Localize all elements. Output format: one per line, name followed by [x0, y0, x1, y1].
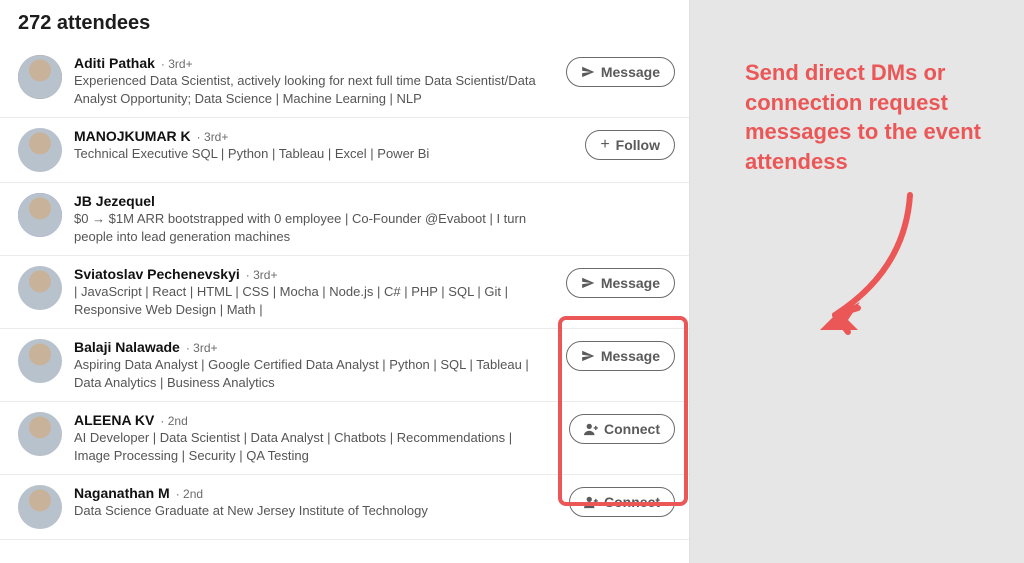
button-label: Connect — [604, 421, 660, 437]
button-label: Connect — [604, 494, 660, 510]
message-button[interactable]: Message — [566, 341, 675, 371]
attendee-name[interactable]: Sviatoslav Pechenevskyi — [74, 266, 240, 282]
attendees-list: Aditi Pathak3rd+Experienced Data Scienti… — [0, 45, 689, 540]
name-line: Balaji Nalawade 3rd+ — [74, 339, 543, 355]
attendees-header: 272 attendees — [0, 12, 689, 45]
attendee-headline: Experienced Data Scientist, actively loo… — [74, 72, 543, 107]
message-button[interactable]: Message — [566, 57, 675, 87]
avatar[interactable] — [18, 485, 62, 529]
plus-icon: + — [600, 137, 609, 153]
attendee-name[interactable]: MANOJKUMAR K — [74, 128, 191, 144]
avatar[interactable] — [18, 412, 62, 456]
message-button[interactable]: Message — [566, 268, 675, 298]
connection-degree: 3rd+ — [246, 268, 278, 282]
avatar-image — [18, 55, 62, 99]
attendee-body: Aditi Pathak 3rd+Experienced Data Scienti… — [74, 55, 543, 107]
action-column: Connect — [555, 412, 675, 444]
avatar[interactable] — [18, 339, 62, 383]
attendee-body: JB Jezequel$0 → $1M ARR bootstrapped wit… — [74, 193, 543, 245]
attendee-headline: | JavaScript | React | HTML | CSS | Moch… — [74, 283, 543, 318]
annotation-arrow — [800, 190, 920, 340]
button-label: Message — [601, 348, 660, 364]
send-icon — [581, 276, 595, 290]
avatar[interactable] — [18, 128, 62, 172]
attendee-headline: Data Science Graduate at New Jersey Inst… — [74, 502, 543, 520]
name-line: ALEENA KV 2nd — [74, 412, 543, 428]
attendee-body: Sviatoslav Pechenevskyi 3rd+| JavaScript … — [74, 266, 543, 318]
connection-degree: 3rd+ — [186, 341, 218, 355]
attendee-headline: Aspiring Data Analyst | Google Certified… — [74, 356, 543, 391]
attendees-panel: 272 attendees Aditi Pathak3rd+Experience… — [0, 0, 690, 563]
send-icon — [581, 349, 595, 363]
attendee-name[interactable]: ALEENA KV — [74, 412, 154, 428]
annotation-text: Send direct DMs or connection request me… — [745, 58, 1010, 177]
action-column — [555, 193, 675, 195]
avatar[interactable] — [18, 55, 62, 99]
action-column: Message — [555, 55, 675, 87]
attendee-row[interactable]: Naganathan M 2ndData Science Graduate at … — [0, 475, 689, 540]
attendee-name[interactable]: Balaji Nalawade — [74, 339, 180, 355]
action-column: Message — [555, 266, 675, 298]
attendee-headline: AI Developer | Data Scientist | Data Ana… — [74, 429, 543, 464]
person-plus-icon — [584, 422, 598, 436]
action-column: + Follow — [555, 128, 675, 160]
name-line: MANOJKUMAR K 3rd+ — [74, 128, 543, 144]
button-label: Message — [601, 275, 660, 291]
attendee-body: MANOJKUMAR K 3rd+Technical Executive SQL … — [74, 128, 543, 163]
connect-button[interactable]: Connect — [569, 487, 675, 517]
attendee-name[interactable]: Naganathan M — [74, 485, 170, 501]
connection-degree: 2nd — [176, 487, 203, 501]
attendee-body: ALEENA KV 2ndAI Developer | Data Scientis… — [74, 412, 543, 464]
avatar-image — [18, 339, 62, 383]
name-line: JB Jezequel — [74, 193, 543, 209]
avatar-image — [18, 193, 62, 237]
connection-degree: 2nd — [160, 414, 187, 428]
attendee-row[interactable]: ALEENA KV 2ndAI Developer | Data Scientis… — [0, 402, 689, 475]
avatar[interactable] — [18, 193, 62, 237]
attendee-headline: Technical Executive SQL | Python | Table… — [74, 145, 543, 163]
avatar[interactable] — [18, 266, 62, 310]
attendee-body: Naganathan M 2ndData Science Graduate at … — [74, 485, 543, 520]
attendee-row[interactable]: MANOJKUMAR K 3rd+Technical Executive SQL … — [0, 118, 689, 183]
follow-button[interactable]: + Follow — [585, 130, 675, 160]
name-line: Naganathan M 2nd — [74, 485, 543, 501]
connection-degree: 3rd+ — [197, 130, 229, 144]
send-icon — [581, 65, 595, 79]
avatar-image — [18, 128, 62, 172]
attendee-name[interactable]: JB Jezequel — [74, 193, 155, 209]
attendee-row[interactable]: JB Jezequel$0 → $1M ARR bootstrapped wit… — [0, 183, 689, 256]
action-column: Connect — [555, 485, 675, 517]
avatar-image — [18, 485, 62, 529]
connect-button[interactable]: Connect — [569, 414, 675, 444]
person-plus-icon — [584, 495, 598, 509]
avatar-image — [18, 412, 62, 456]
button-label: Message — [601, 64, 660, 80]
avatar-image — [18, 266, 62, 310]
connection-degree: 3rd+ — [161, 57, 193, 71]
button-label: Follow — [616, 137, 660, 153]
attendee-name[interactable]: Aditi Pathak — [74, 55, 155, 71]
attendee-row[interactable]: Balaji Nalawade 3rd+Aspiring Data Analyst… — [0, 329, 689, 402]
attendee-row[interactable]: Aditi Pathak 3rd+Experienced Data Scienti… — [0, 45, 689, 118]
attendee-headline: $0 → $1M ARR bootstrapped with 0 employe… — [74, 210, 543, 245]
action-column: Message — [555, 339, 675, 371]
name-line: Aditi Pathak 3rd+ — [74, 55, 543, 71]
attendee-row[interactable]: Sviatoslav Pechenevskyi 3rd+| JavaScript … — [0, 256, 689, 329]
name-line: Sviatoslav Pechenevskyi 3rd+ — [74, 266, 543, 282]
attendee-body: Balaji Nalawade 3rd+Aspiring Data Analyst… — [74, 339, 543, 391]
